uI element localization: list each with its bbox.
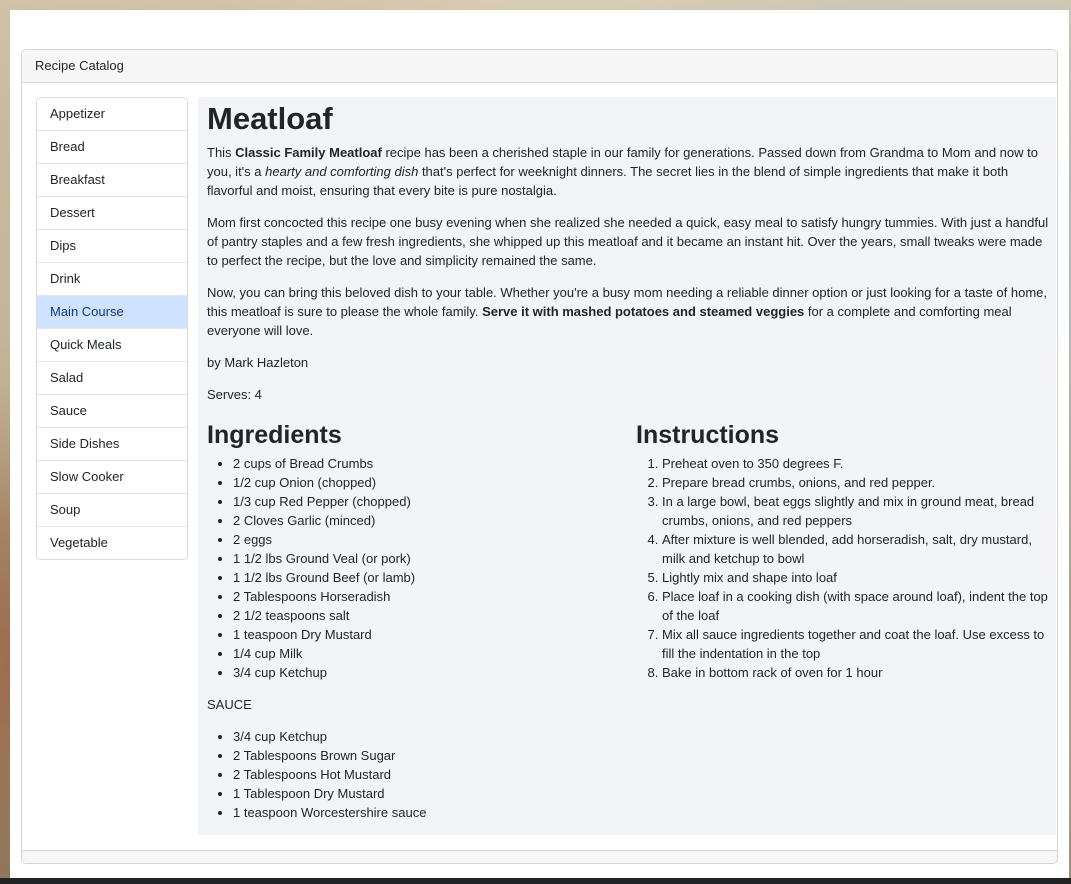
sidebar-item-side-dishes[interactable]: Side Dishes <box>37 428 187 461</box>
list-item: In a large bowl, beat eggs slightly and … <box>662 492 1049 530</box>
page: Recipe Catalog Appetizer Bread Breakfast… <box>10 10 1069 878</box>
ingredients-list: 2 cups of Bread Crumbs 1/2 cup Onion (ch… <box>207 454 617 682</box>
list-item: 2 Tablespoons Hot Mustard <box>233 765 617 784</box>
card-header: Recipe Catalog <box>22 50 1057 83</box>
sidebar-item-dips[interactable]: Dips <box>37 230 187 263</box>
instructions-list: Preheat oven to 350 degrees F. Prepare b… <box>636 454 1049 682</box>
window-bottom-edge <box>0 878 1071 884</box>
sauce-list: 3/4 cup Ketchup 2 Tablespoons Brown Suga… <box>207 727 617 822</box>
sidebar-item-quick-meals[interactable]: Quick Meals <box>37 329 187 362</box>
list-item: 3/4 cup Ketchup <box>233 663 617 682</box>
intro-paragraph-3: Now, you can bring this beloved dish to … <box>207 285 1048 338</box>
list-item: Preheat oven to 350 degrees F. <box>662 454 1049 473</box>
ingredients-heading: Ingredients <box>207 421 342 449</box>
sidebar-item-soup[interactable]: Soup <box>37 494 187 527</box>
list-item: 1 Tablespoon Dry Mustard <box>233 784 617 803</box>
list-item: 2 Tablespoons Brown Sugar <box>233 746 617 765</box>
sidebar-item-main-course[interactable]: Main Course <box>37 296 187 329</box>
sidebar-item-drink[interactable]: Drink <box>37 263 187 296</box>
list-item: 2 Tablespoons Horseradish <box>233 587 617 606</box>
list-item: 1/4 cup Milk <box>233 644 617 663</box>
recipe-author: by Mark Hazleton <box>207 355 309 370</box>
list-item: 2 eggs <box>233 530 617 549</box>
intro-paragraph-1: This Classic Family Meatloaf recipe has … <box>207 145 1038 198</box>
list-item: Bake in bottom rack of oven for 1 hour <box>662 663 1049 682</box>
sidebar-item-breakfast[interactable]: Breakfast <box>37 164 187 197</box>
intro-bold-recipe-name: Classic Family Meatloaf <box>235 145 382 160</box>
ingredients-section: Ingredients 2 cups of Bread Crumbs 1/2 c… <box>207 420 617 822</box>
list-item: 3/4 cup Ketchup <box>233 727 617 746</box>
sidebar-item-salad[interactable]: Salad <box>37 362 187 395</box>
sidebar-item-dessert[interactable]: Dessert <box>37 197 187 230</box>
list-item: 1/3 cup Red Pepper (chopped) <box>233 492 617 511</box>
recipe-serves: Serves: 4 <box>207 387 262 402</box>
sidebar-item-bread[interactable]: Bread <box>37 131 187 164</box>
sidebar-item-vegetable[interactable]: Vegetable <box>37 527 187 559</box>
intro-paragraph-2: Mom first concocted this recipe one busy… <box>207 215 1049 268</box>
instructions-heading: Instructions <box>636 421 780 449</box>
recipe-title: Meatloaf <box>207 101 333 136</box>
list-item: Lightly mix and shape into loaf <box>662 568 1049 587</box>
list-item: 2 1/2 teaspoons salt <box>233 606 617 625</box>
intro-italic-phrase: hearty and comforting dish <box>265 164 419 179</box>
list-item: Mix all sauce ingredients together and c… <box>662 625 1049 663</box>
list-item: Prepare bread crumbs, onions, and red pe… <box>662 473 1049 492</box>
instructions-section: Instructions Preheat oven to 350 degrees… <box>636 420 1049 682</box>
list-item: 2 cups of Bread Crumbs <box>233 454 617 473</box>
list-item: Place loaf in a cooking dish (with space… <box>662 587 1049 625</box>
sidebar-item-slow-cooker[interactable]: Slow Cooker <box>37 461 187 494</box>
recipe-card: Recipe Catalog Appetizer Bread Breakfast… <box>21 49 1058 864</box>
list-item: 2 Cloves Garlic (minced) <box>233 511 617 530</box>
sidebar-item-sauce[interactable]: Sauce <box>37 395 187 428</box>
list-item: After mixture is well blended, add horse… <box>662 530 1049 568</box>
list-item: 1/2 cup Onion (chopped) <box>233 473 617 492</box>
list-item: 1 1/2 lbs Ground Veal (or pork) <box>233 549 617 568</box>
sidebar-item-appetizer[interactable]: Appetizer <box>37 98 187 131</box>
list-item: 1 teaspoon Dry Mustard <box>233 625 617 644</box>
recipe-detail: Meatloaf This Classic Family Meatloaf re… <box>198 97 1056 835</box>
card-footer <box>22 850 1057 863</box>
category-list: Appetizer Bread Breakfast Dessert Dips D… <box>36 97 188 560</box>
sauce-label: SAUCE <box>207 697 252 712</box>
serving-suggestion: Serve it with mashed potatoes and steame… <box>482 304 805 319</box>
list-item: 1 1/2 lbs Ground Beef (or lamb) <box>233 568 617 587</box>
list-item: 1 teaspoon Worcestershire sauce <box>233 803 617 822</box>
